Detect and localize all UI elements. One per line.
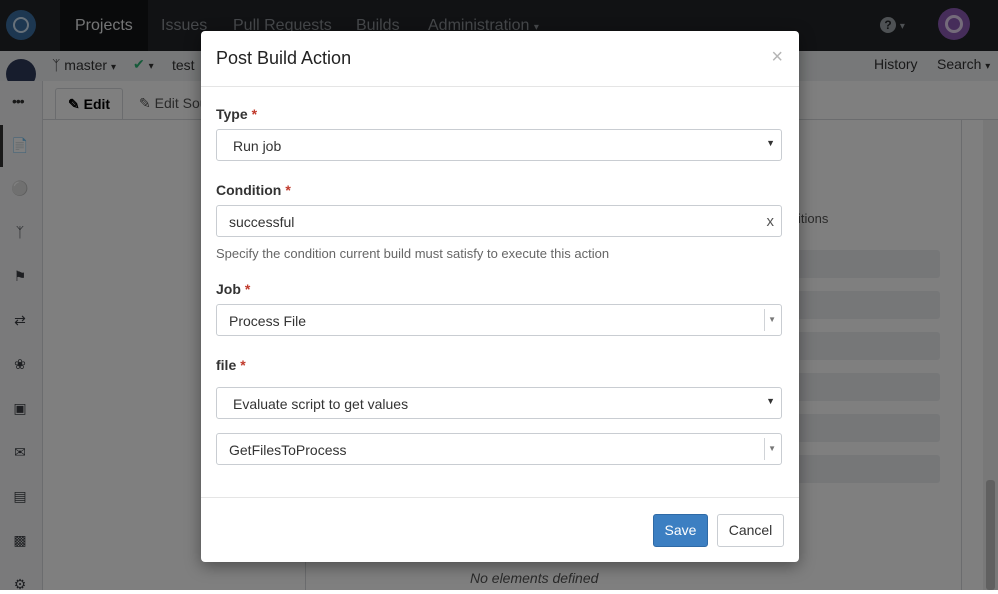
chevron-down-icon: ▼ [766,396,775,406]
condition-input[interactable]: successful x [216,205,782,237]
required-marker: * [244,281,251,297]
type-select[interactable]: Run job ▼ [216,129,782,161]
save-button[interactable]: Save [653,514,708,547]
condition-label: Condition * [216,182,291,198]
file-script-select[interactable]: GetFilesToProcess ▼ [216,433,782,465]
cancel-button[interactable]: Cancel [717,514,784,547]
job-label-text: Job [216,281,241,297]
modal-footer: Save Cancel [201,497,799,563]
chevron-down-icon: ▼ [768,315,776,324]
file-script-value: GetFilesToProcess [229,442,347,458]
chevron-down-icon: ▼ [768,444,776,453]
modal-title: Post Build Action [216,48,352,68]
post-build-action-dialog: Post Build Action × Type * Run job ▼ Cond… [201,31,799,562]
file-label: file * [216,357,246,373]
modal-header: Post Build Action × [201,31,799,87]
condition-help: Specify the condition current build must… [216,246,610,261]
type-select-value: Run job [233,138,282,154]
job-label: Job * [216,281,250,297]
condition-label-text: Condition [216,182,282,198]
select-divider [764,309,765,331]
required-marker: * [251,106,258,122]
file-label-text: file [216,357,237,373]
clear-icon[interactable]: x [767,213,775,230]
type-label-text: Type [216,106,248,122]
close-icon[interactable]: × [771,46,783,69]
required-marker: * [240,357,246,373]
job-select-value: Process File [229,313,307,329]
type-label: Type * [216,106,257,122]
select-divider [764,438,765,460]
chevron-down-icon: ▼ [766,138,775,148]
required-marker: * [285,182,291,198]
file-mode-value: Evaluate script to get values [233,396,409,412]
file-mode-select[interactable]: Evaluate script to get values ▼ [216,387,782,419]
condition-input-value: successful [229,214,295,230]
job-select[interactable]: Process File ▼ [216,304,782,336]
